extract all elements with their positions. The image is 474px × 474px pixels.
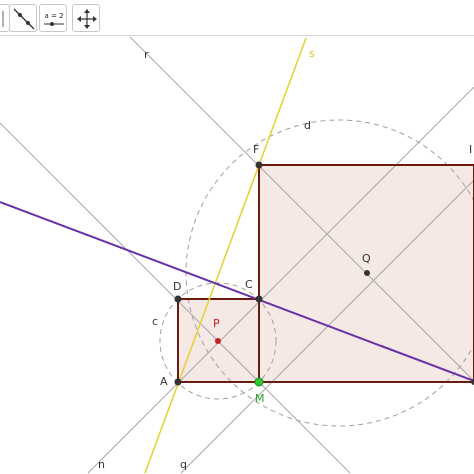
label-c: c: [152, 315, 158, 328]
label-Q: Q: [362, 252, 371, 265]
label-A: A: [160, 375, 168, 388]
slider-tool-button[interactable]: a = 2: [39, 4, 67, 32]
point-A[interactable]: [174, 378, 182, 386]
slider-tool-label: a = 2: [44, 12, 63, 20]
label-F: F: [253, 143, 259, 156]
label-I: I: [469, 143, 472, 156]
point-D[interactable]: [174, 295, 182, 303]
point-M[interactable]: [254, 377, 264, 387]
label-r: r: [144, 48, 149, 61]
label-n: n: [98, 458, 105, 471]
point-F[interactable]: [255, 161, 263, 169]
point-C[interactable]: [255, 295, 263, 303]
slider-icon: a = 2: [44, 12, 64, 26]
toolbar: a = 2: [0, 0, 474, 36]
label-P: P: [213, 317, 220, 330]
point-P[interactable]: [215, 338, 221, 344]
label-q: q: [180, 458, 187, 471]
label-D: D: [173, 280, 181, 293]
move-view-tool-button[interactable]: [72, 4, 100, 32]
move-graphics-view-icon: [77, 9, 97, 29]
graphics-view[interactable]: r s d F I Q C D P c A M n q: [0, 36, 474, 474]
label-s: s: [309, 47, 315, 60]
line-through-two-points-icon: [13, 8, 35, 30]
label-d: d: [304, 119, 311, 132]
label-C: C: [245, 278, 253, 291]
line-tool-button[interactable]: [9, 4, 37, 32]
label-M: M: [255, 392, 265, 405]
point-Q[interactable]: [364, 270, 370, 276]
